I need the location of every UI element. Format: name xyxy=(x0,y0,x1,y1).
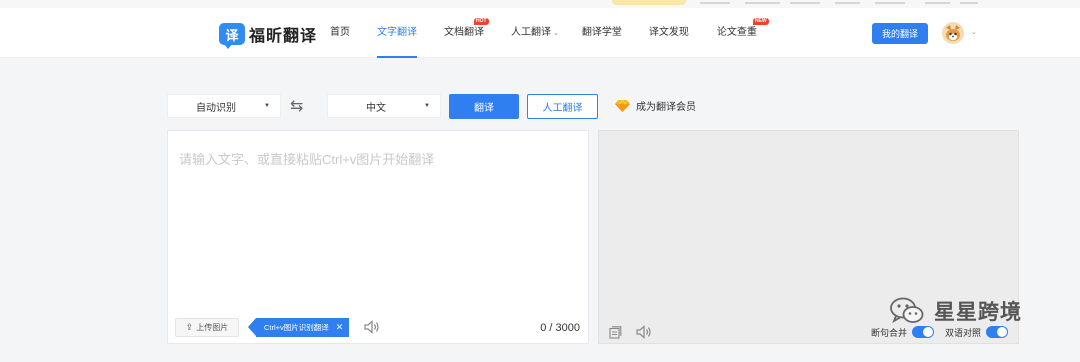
paste-image-tip-text: Ctrl+v图片识别翻译 xyxy=(264,323,329,332)
upload-icon: ⇪ xyxy=(185,322,194,332)
target-language-select[interactable]: 中文 ▼ xyxy=(327,94,441,118)
nav-label: 文档翻译 xyxy=(444,27,484,38)
paste-image-tip: Ctrl+v图片识别翻译 ✕ xyxy=(247,318,350,337)
nav-translation-school[interactable]: 翻译学堂 xyxy=(582,8,622,58)
avatar[interactable] xyxy=(942,22,964,44)
copy-icon[interactable] xyxy=(609,326,622,339)
top-strip xyxy=(0,0,1080,8)
caret-down-icon: ▼ xyxy=(424,103,430,109)
top-strip-line xyxy=(875,2,905,4)
nav-text-translate[interactable]: 文字翻译 xyxy=(377,8,417,58)
caret-down-icon: ▼ xyxy=(264,103,270,109)
translate-button[interactable]: 翻译 xyxy=(449,94,519,119)
source-language-select[interactable]: 自动识别 ▼ xyxy=(167,94,281,118)
bilingual-label: 双语对照 xyxy=(945,328,982,338)
upload-image-label: 上传图片 xyxy=(196,323,229,332)
top-strip-line xyxy=(960,2,978,4)
sentence-merge-toggle[interactable] xyxy=(912,326,934,338)
top-strip-line xyxy=(745,2,780,4)
source-text-panel[interactable]: 请输入文字、或直接粘贴Ctrl+v图片开始翻译 ⇪ 上传图片 Ctrl+v图片识… xyxy=(167,130,589,344)
top-strip-line xyxy=(790,2,820,4)
nav-translation-discovery[interactable]: 译文发现 xyxy=(649,8,689,58)
nav-label: 首页 xyxy=(330,27,350,38)
bilingual-toggle[interactable] xyxy=(986,326,1008,338)
target-language-value: 中文 xyxy=(366,102,387,114)
wechat-watermark: 星星跨境 xyxy=(890,296,1022,326)
logo-icon: 译 xyxy=(219,23,245,49)
nav-label: 译文发现 xyxy=(648,27,689,38)
top-strip-line xyxy=(700,2,730,4)
speaker-icon[interactable] xyxy=(364,320,380,334)
human-translate-button[interactable]: 人工翻译 xyxy=(527,94,598,119)
nav-paper-check[interactable]: 论文查重 NEW xyxy=(716,8,769,58)
top-strip-line xyxy=(835,2,860,4)
watermark-text: 星星跨境 xyxy=(934,301,1022,324)
chevron-down-icon[interactable]: ⌄ xyxy=(971,28,977,36)
nav-human-translate[interactable]: 人工翻译 ⌄ xyxy=(511,8,559,58)
hot-badge: HOT xyxy=(474,18,489,25)
vip-link[interactable]: 成为翻译会员 xyxy=(615,98,696,113)
diamond-icon xyxy=(615,99,630,112)
sentence-merge-label: 断句合并 xyxy=(871,328,908,338)
char-count: 0 / 3000 xyxy=(540,322,580,334)
nav-label: 人工翻译 xyxy=(511,27,551,38)
speaker-icon[interactable] xyxy=(636,325,652,339)
nav-doc-translate[interactable]: 文档翻译 HOT xyxy=(444,8,489,58)
top-strip-line xyxy=(925,2,950,4)
top-promo-pill[interactable] xyxy=(612,0,686,5)
header: 译 福昕翻译 首页 文字翻译 文档翻译 HOT 人工翻译 ⌄ 翻译学堂 译文发现 … xyxy=(0,8,1080,58)
nav-label: 文字翻译 xyxy=(377,27,417,38)
nav-label: 翻译学堂 xyxy=(581,27,622,38)
source-text-placeholder[interactable]: 请输入文字、或直接粘贴Ctrl+v图片开始翻译 xyxy=(179,149,434,168)
source-language-value: 自动识别 xyxy=(196,102,237,114)
my-translation-button[interactable]: 我的翻译 xyxy=(872,23,928,44)
main-nav: 首页 文字翻译 文档翻译 HOT 人工翻译 ⌄ 翻译学堂 译文发现 论文查重 NE… xyxy=(330,8,769,58)
wechat-icon xyxy=(890,297,924,324)
upload-image-button[interactable]: ⇪ 上传图片 xyxy=(175,318,239,337)
logo[interactable]: 译 福昕翻译 xyxy=(219,22,318,49)
logo-text: 福昕翻译 xyxy=(249,28,318,45)
avatar-icon xyxy=(942,22,964,44)
close-icon[interactable]: ✕ xyxy=(336,322,344,333)
nav-home[interactable]: 首页 xyxy=(330,8,350,58)
swap-languages-icon[interactable]: ⇆ xyxy=(290,96,303,116)
new-badge: NEW xyxy=(752,18,769,25)
nav-label: 论文查重 xyxy=(716,27,757,38)
vip-link-label: 成为翻译会员 xyxy=(636,102,696,113)
chevron-down-icon: ⌄ xyxy=(553,30,559,37)
